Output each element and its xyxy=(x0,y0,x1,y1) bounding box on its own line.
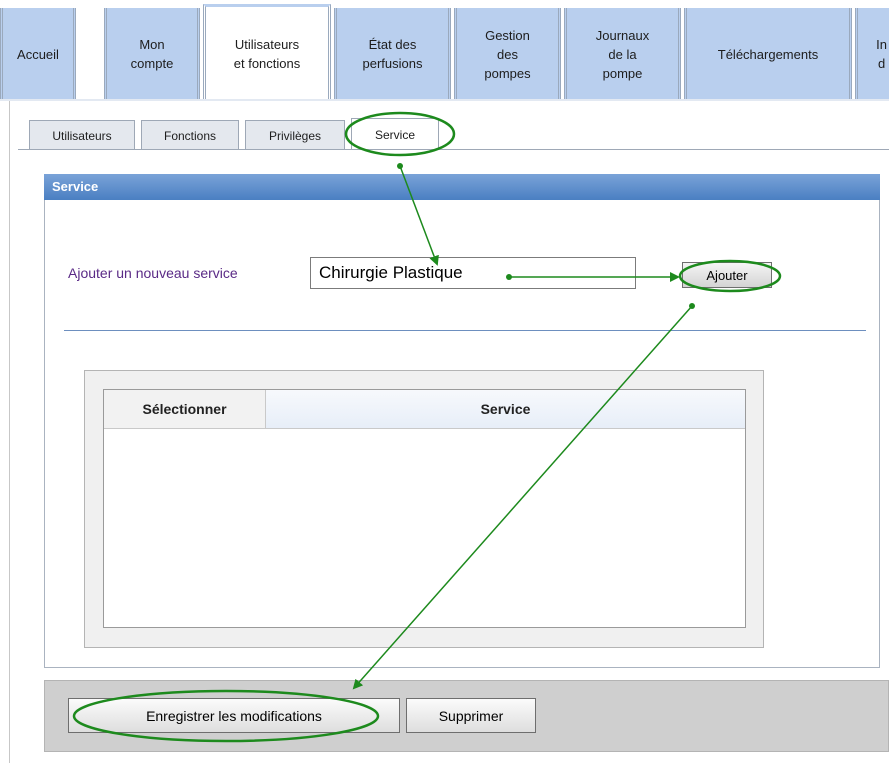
nav-tab-gestion-pompes[interactable]: Gestion des pompes xyxy=(454,8,561,100)
subtab-utilisateurs[interactable]: Utilisateurs xyxy=(29,120,135,150)
nav-tab-etat-perfusions[interactable]: État des perfusions xyxy=(334,8,451,100)
nav-tab-label: Gestion des pompes xyxy=(484,27,531,81)
nav-tab-label: Téléchargements xyxy=(717,46,819,62)
add-service-label: Ajouter un nouveau service xyxy=(68,265,238,281)
nav-tab-label: Journaux de la pompe xyxy=(595,27,650,81)
nav-tab-accueil[interactable]: Accueil xyxy=(0,8,76,100)
nav-tab-label: Accueil xyxy=(17,46,59,62)
nav-tab-label: État des perfusions xyxy=(362,37,423,71)
subtab-label: Service xyxy=(374,127,415,142)
subtab-privileges[interactable]: Privilèges xyxy=(245,120,345,150)
service-name-input[interactable] xyxy=(310,257,636,289)
nav-tab-utilisateurs-fonctions[interactable]: Utilisateurs et fonctions xyxy=(203,4,331,101)
add-button[interactable]: Ajouter xyxy=(682,262,772,288)
column-header-select[interactable]: Sélectionner xyxy=(104,390,266,428)
delete-button[interactable]: Supprimer xyxy=(406,698,536,733)
section-divider xyxy=(64,330,866,331)
subtab-label: Fonctions xyxy=(163,128,217,143)
subtab-label: Utilisateurs xyxy=(52,128,112,143)
main-navigation: Accueil Mon compte Utilisateurs et fonct… xyxy=(0,0,889,101)
nav-tab-partial[interactable]: In d xyxy=(855,8,889,100)
nav-tab-label: Mon compte xyxy=(130,37,174,71)
save-changes-button[interactable]: Enregistrer les modifications xyxy=(68,698,400,733)
nav-tab-label: Utilisateurs et fonctions xyxy=(233,37,301,71)
nav-tab-label: In d xyxy=(876,37,887,71)
nav-tab-mon-compte[interactable]: Mon compte xyxy=(104,8,200,100)
subtab-fonctions[interactable]: Fonctions xyxy=(141,120,239,150)
subtab-service[interactable]: Service xyxy=(351,118,439,150)
subtab-label: Privilèges xyxy=(268,128,322,143)
subtab-divider xyxy=(18,149,889,150)
nav-tab-journaux-pompe[interactable]: Journaux de la pompe xyxy=(564,8,681,100)
panel-title: Service xyxy=(44,174,880,200)
column-header-service[interactable]: Service xyxy=(266,390,745,428)
table-header-line xyxy=(104,428,745,429)
nav-tab-telechargements[interactable]: Téléchargements xyxy=(684,8,852,100)
